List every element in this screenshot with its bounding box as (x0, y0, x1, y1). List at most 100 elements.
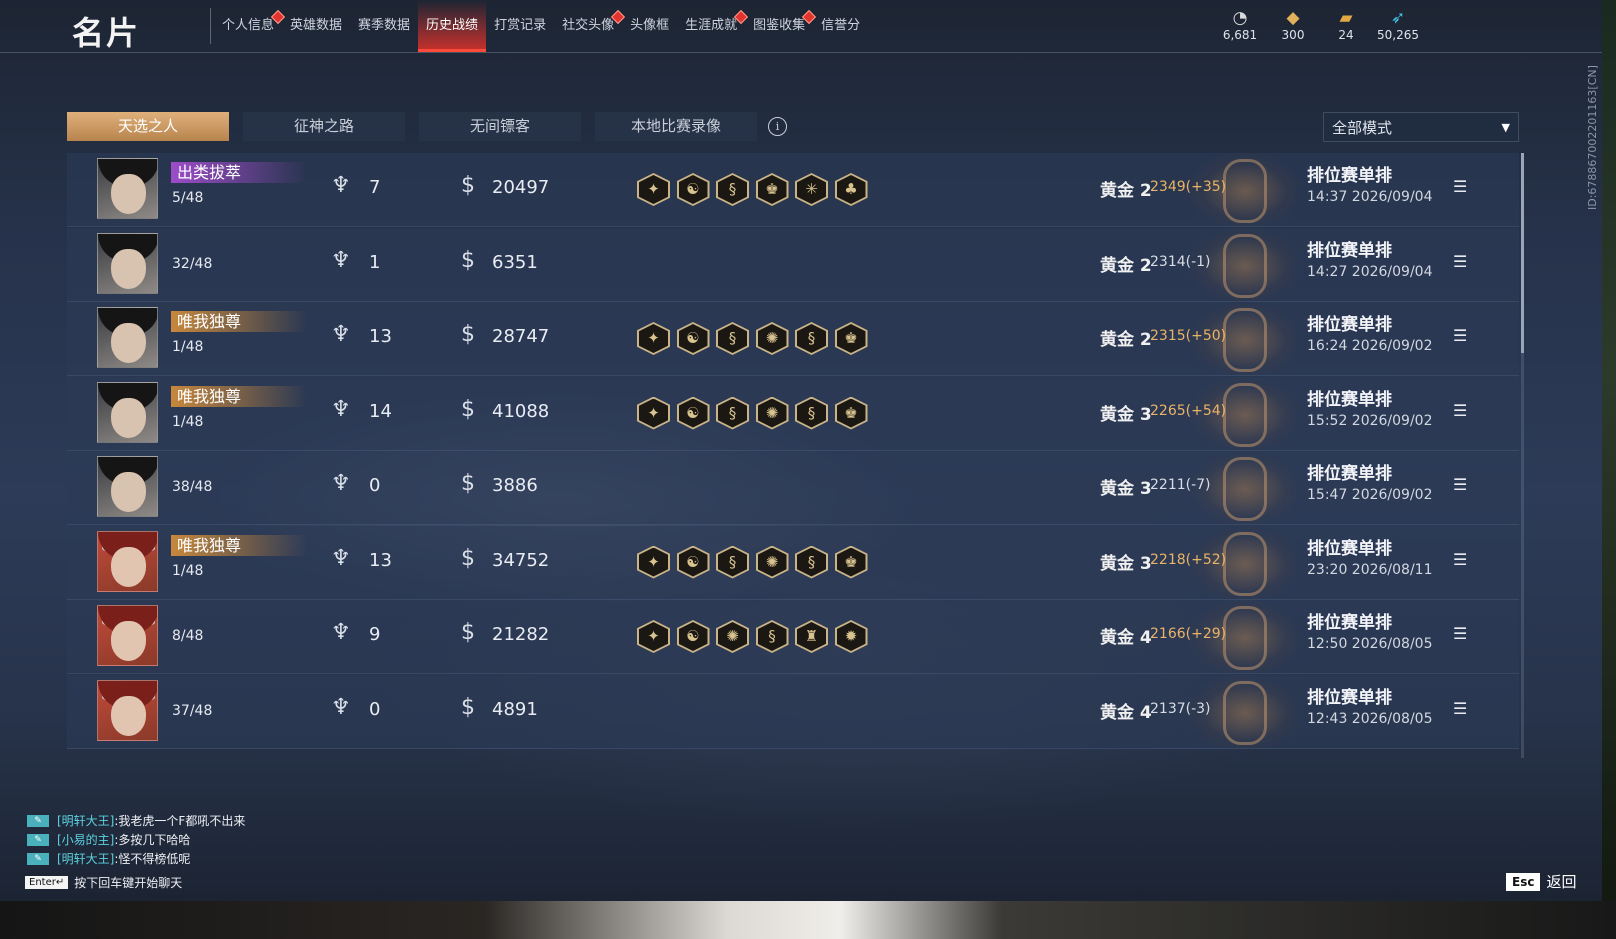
equipment-icon[interactable]: § (795, 396, 828, 430)
equipment-icon[interactable]: ✦ (637, 322, 670, 355)
match-row[interactable]: 38/48 ♆ 0 $3886 黄金 3 2211(-7) 排位赛单排 15:47 2026/… (67, 451, 1519, 525)
hero-avatar (97, 158, 158, 219)
chat-channel-icon: ✎ (27, 814, 49, 827)
equipment-icon[interactable]: ✦ (637, 545, 670, 579)
match-time: 15:47 2026/09/02 (1307, 487, 1433, 503)
rank-tier: 黄金 2 (1100, 330, 1152, 350)
gold-icon: $ (461, 247, 475, 273)
caret-down-icon: ▼ (1501, 121, 1510, 134)
tab-2[interactable]: 赛季数据 (350, 0, 418, 52)
game-mode: 排位赛单排 (1307, 166, 1392, 186)
subtab-chosen-one[interactable]: 天选之人 (67, 112, 229, 141)
equipment-icon[interactable]: § (795, 322, 828, 355)
equipment-icon[interactable]: ☯ (676, 620, 710, 653)
page-title: 名片 (72, 14, 141, 52)
chat-channel-icon: ✎ (27, 852, 49, 865)
equipment-icon[interactable]: § (795, 545, 828, 579)
gold-earned: 3886 (492, 475, 538, 496)
details-menu-icon[interactable]: ☰ (1453, 177, 1469, 196)
equipment-icon[interactable]: ✺ (716, 620, 749, 653)
details-menu-icon[interactable]: ☰ (1453, 624, 1469, 643)
details-menu-icon[interactable]: ☰ (1453, 699, 1469, 718)
rank-score: 2211(-7) (1150, 477, 1211, 493)
equipment-icon[interactable]: ☯ (676, 173, 710, 206)
match-row[interactable]: 8/48 ♆ 9 $21282 ✦ ☯ ✺ § ♜ ✹ 黄金 4 2166(+29) 排位赛单排 12:5… (67, 600, 1519, 674)
equipment-icon[interactable]: § (716, 322, 749, 355)
equipment-icon[interactable]: ☯ (676, 396, 710, 430)
mode-filter-select[interactable]: 全部模式 ▼ (1323, 112, 1519, 142)
subtab-path-of-god[interactable]: 征神之路 (243, 112, 405, 141)
rank-score: 2265(+54) (1150, 402, 1227, 419)
tab-3[interactable]: 历史战绩 (418, 0, 487, 52)
match-badge: 唯我独尊 (171, 311, 307, 332)
equipment-icon[interactable]: ✦ (637, 620, 670, 653)
tab-0[interactable]: 个人信息 (214, 0, 286, 52)
gold-earned: 6351 (492, 251, 538, 273)
equipment-icon[interactable]: ✦ (637, 396, 670, 430)
equipment-icon[interactable]: § (716, 173, 749, 206)
hero-avatar (97, 679, 158, 741)
match-time: 14:27 2026/09/04 (1307, 263, 1433, 280)
list-scrollbar[interactable] (1521, 153, 1524, 758)
equipment-icon[interactable]: ♚ (834, 396, 868, 430)
back-button[interactable]: Esc 返回 (1506, 871, 1576, 892)
equipment-icon[interactable]: ✦ (637, 173, 670, 206)
tab-9[interactable]: 信誉分 (813, 0, 868, 52)
match-row[interactable]: 唯我独尊 1/48 ♆ 13 $34752 ✦ ☯ § ✺ § ♚ 黄金 3 2218(+52) 排位赛单… (67, 525, 1519, 600)
placement: 5/48 (172, 190, 204, 206)
scroll-thumb[interactable] (1521, 153, 1524, 353)
equipment-icon[interactable]: ♚ (834, 545, 868, 579)
tab-1[interactable]: 英雄数据 (282, 0, 350, 52)
gold-icon: $ (461, 620, 475, 645)
match-row[interactable]: 37/48 ♆ 0 $4891 黄金 4 2137(-3) 排位赛单排 12:43 2026/… (67, 674, 1519, 749)
details-menu-icon[interactable]: ☰ (1453, 401, 1469, 420)
kill-count: 1 (369, 251, 381, 273)
equipment-icon[interactable]: ☯ (676, 322, 710, 355)
equipment-icon[interactable]: § (716, 545, 749, 579)
match-time: 12:50 2026/08/05 (1307, 636, 1433, 652)
tab-5[interactable]: 社交头像 (554, 0, 626, 52)
game-mode: 排位赛单排 (1307, 613, 1392, 633)
equipment-icon[interactable]: ✹ (834, 620, 868, 653)
equipment-icon[interactable]: ♣ (834, 173, 868, 206)
header-divider (210, 8, 211, 44)
hero-avatar (97, 232, 158, 294)
game-mode: 排位赛单排 (1307, 240, 1392, 261)
info-icon[interactable]: i (768, 117, 787, 136)
kill-count: 9 (369, 624, 381, 645)
equipment-icon[interactable]: ♜ (795, 620, 828, 653)
gold-earned: 41088 (492, 400, 550, 422)
details-menu-icon[interactable]: ☰ (1453, 326, 1469, 345)
match-row[interactable]: 32/48 ♆ 1 $6351 黄金 2 2314(-1) 排位赛单排 14:27 2026/… (67, 227, 1519, 302)
currency-ingots: ◆ 300 (1281, 8, 1305, 42)
background-edge (1602, 0, 1616, 939)
gold-icon: $ (461, 396, 475, 422)
match-row[interactable]: 唯我独尊 1/48 ♆ 13 $28747 ✦ ☯ § ✺ § ♚ 黄金 2 2315(+50) 排位赛单… (67, 302, 1519, 376)
equipment-icon[interactable]: ♚ (755, 173, 789, 206)
equipment-icon[interactable]: ✺ (755, 322, 789, 355)
placement: 1/48 (172, 562, 204, 579)
equipment-icon[interactable]: ☯ (676, 545, 710, 579)
subtab-escort[interactable]: 无间镖客 (419, 112, 581, 141)
tab-4[interactable]: 打赏记录 (486, 0, 554, 52)
game-mode: 排位赛单排 (1307, 464, 1392, 484)
match-row[interactable]: 出类拔萃 5/48 ♆ 7 $20497 ✦ ☯ § ♚ ✳ ♣ 黄金 2 2349(+35) 排位赛单排… (67, 153, 1519, 227)
tab-8[interactable]: 图鉴收集 (745, 0, 817, 52)
tab-7[interactable]: 生涯成就 (677, 0, 749, 52)
equipment-icon[interactable]: § (716, 396, 749, 430)
details-menu-icon[interactable]: ☰ (1453, 475, 1469, 494)
equipment-icon[interactable]: ✺ (755, 396, 789, 430)
equipment-icon[interactable]: ✳ (795, 173, 828, 206)
currency-feathers: ➶ 50,265 (1377, 8, 1419, 42)
chat-input-hint[interactable]: Enter↵ 按下回车键开始聊天 (25, 874, 182, 891)
equipment-icon[interactable]: ✺ (755, 545, 789, 579)
equipment-icon[interactable]: ♚ (834, 322, 868, 355)
gold-earned: 4891 (492, 698, 538, 720)
details-menu-icon[interactable]: ☰ (1453, 252, 1469, 271)
match-row[interactable]: 唯我独尊 1/48 ♆ 14 $41088 ✦ ☯ § ✺ § ♚ 黄金 3 2265(+54) 排位赛单… (67, 376, 1519, 451)
tab-6[interactable]: 头像框 (622, 0, 677, 52)
equipment-icon[interactable]: § (755, 620, 789, 653)
details-menu-icon[interactable]: ☰ (1453, 550, 1469, 569)
kills-icon: ♆ (331, 322, 351, 347)
subtab-local-replays[interactable]: 本地比赛录像 (595, 112, 757, 141)
